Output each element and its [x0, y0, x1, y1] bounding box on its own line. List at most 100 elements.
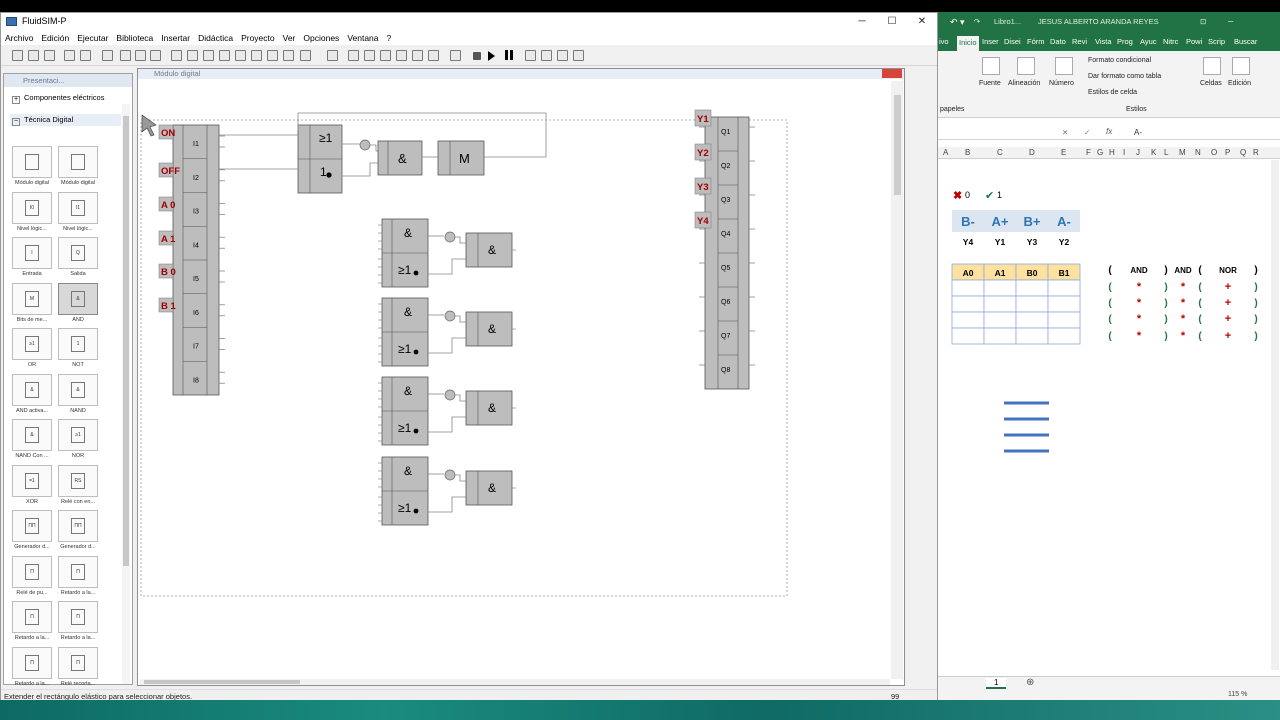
and-or-gate-group[interactable]: & ≥1 &: [378, 376, 516, 446]
column-header[interactable]: H: [1109, 148, 1115, 157]
tab-datos[interactable]: Dato: [1050, 36, 1066, 48]
table-cell[interactable]: [1015, 295, 1049, 313]
function-icon[interactable]: fx: [1106, 127, 1112, 136]
menu-ejecutar[interactable]: Ejecutar: [73, 31, 112, 45]
align-right-icon[interactable]: [203, 50, 214, 61]
cancel-icon[interactable]: ✕: [1062, 128, 1068, 137]
and-or-gate-group[interactable]: & ≥1 &: [378, 456, 516, 526]
library-component[interactable]: I Entrada: [10, 236, 54, 279]
table-cell[interactable]: [983, 279, 1017, 297]
stop-icon[interactable]: [473, 52, 481, 60]
align-top-icon[interactable]: [219, 50, 230, 61]
print-preview-icon[interactable]: [64, 50, 75, 61]
vertical-scrollbar[interactable]: [891, 81, 903, 679]
tab-vista[interactable]: Vista: [1095, 36, 1112, 48]
tab-formulas[interactable]: Fórm: [1027, 36, 1045, 48]
ribbon-celdas[interactable]: Celdas: [1200, 80, 1222, 87]
table-cell[interactable]: [1047, 327, 1081, 345]
column-header[interactable]: E: [1061, 148, 1066, 157]
or-not-block[interactable]: ≥1 1: [297, 124, 343, 194]
ribbon-edicion[interactable]: Edición: [1228, 80, 1251, 87]
library-component[interactable]: Π Retardo a la...: [56, 555, 100, 598]
menu-ver[interactable]: Ver: [279, 31, 300, 45]
font-icon[interactable]: [982, 57, 1000, 75]
table-cell[interactable]: [951, 279, 985, 297]
menu-help[interactable]: ?: [383, 31, 396, 45]
library-component[interactable]: ΠΠ Generador d...: [56, 509, 100, 552]
grid-icon[interactable]: [327, 50, 338, 61]
column-header[interactable]: A: [943, 148, 948, 157]
library-scrollbar[interactable]: [122, 104, 130, 684]
flip-icon[interactable]: [300, 50, 311, 61]
column-header[interactable]: O: [1211, 148, 1217, 157]
library-component[interactable]: Π Retardo a la...: [10, 600, 54, 643]
and-gate-main[interactable]: &: [377, 140, 423, 176]
tab-inicio[interactable]: Inicio: [957, 36, 979, 51]
library-component[interactable]: ΠΠ Generador d...: [10, 509, 54, 552]
tab-nitro[interactable]: Nitrc: [1163, 36, 1178, 48]
tab-script[interactable]: Scrip: [1208, 36, 1225, 48]
library-component[interactable]: Π Retardo a la...: [10, 646, 54, 689]
equals-lines-shape[interactable]: [1004, 401, 1049, 453]
undo-icon[interactable]: [102, 50, 113, 61]
memory-m[interactable]: M: [437, 140, 485, 176]
library-component[interactable]: ≥1 OR: [10, 327, 54, 370]
library-component[interactable]: Π Retardo a la...: [56, 600, 100, 643]
column-header[interactable]: I: [1123, 148, 1125, 157]
library-component[interactable]: I0 Nivel lógic...: [10, 191, 54, 234]
minimize-button[interactable]: ─: [1228, 17, 1233, 26]
ribbon-numero[interactable]: Número: [1049, 80, 1074, 87]
menu-proyecto[interactable]: Proyecto: [237, 31, 279, 45]
rotate-icon[interactable]: [267, 50, 278, 61]
collapse-icon[interactable]: −: [12, 118, 20, 126]
ribbon-fuente[interactable]: Fuente: [979, 80, 1001, 87]
pause-icon[interactable]: [504, 50, 515, 61]
align-left-icon[interactable]: [171, 50, 182, 61]
copy-icon[interactable]: [135, 50, 146, 61]
column-header[interactable]: C: [997, 148, 1003, 157]
zoom-previous-icon[interactable]: [428, 50, 439, 61]
table-cell[interactable]: [1015, 311, 1049, 329]
library-component[interactable]: Π Relé recorta...: [56, 646, 100, 689]
sheet-tab-1[interactable]: 1: [986, 678, 1007, 689]
table-cell[interactable]: [951, 327, 985, 345]
library-component[interactable]: & NAND: [56, 373, 100, 416]
library-component[interactable]: ≥1 NOR: [56, 418, 100, 461]
align-bottom-icon[interactable]: [251, 50, 262, 61]
table-cell[interactable]: [983, 327, 1017, 345]
worksheet[interactable]: ✖ 0 ✔ 1 B- Y4 A+ Y1 B+ Y3 A- Y2 A0 A1 B0 B1 (AND) A…: [938, 160, 1268, 675]
step-forward-icon[interactable]: [557, 50, 568, 61]
check-drawing-icon[interactable]: [450, 50, 461, 61]
table-cell[interactable]: [951, 311, 985, 329]
library-component[interactable]: Π Relé de pu...: [10, 555, 54, 598]
tab-archivo[interactable]: ivo: [939, 36, 949, 48]
library-component[interactable]: M Bits de me...: [10, 282, 54, 325]
table-cell[interactable]: [1015, 327, 1049, 345]
column-header[interactable]: N: [1195, 148, 1201, 157]
library-component[interactable]: I1 Nivel lógic...: [56, 191, 100, 234]
close-button[interactable]: ✕: [909, 14, 935, 30]
and-or-gate-group[interactable]: & ≥1 &: [378, 297, 516, 367]
fast-forward-icon[interactable]: [573, 50, 584, 61]
column-header[interactable]: R: [1253, 148, 1259, 157]
tab-programador[interactable]: Prog: [1117, 36, 1133, 48]
library-component[interactable]: & AND: [56, 282, 100, 325]
zoom-out-icon[interactable]: [380, 50, 391, 61]
table-cell[interactable]: [983, 295, 1017, 313]
library-component[interactable]: Q Salida: [56, 236, 100, 279]
ribbon-formato-condicional[interactable]: Formato condicional: [1088, 57, 1151, 64]
mirror-icon[interactable]: [283, 50, 294, 61]
tab-revisar[interactable]: Revi: [1072, 36, 1087, 48]
step-icon[interactable]: [541, 50, 552, 61]
cells-icon[interactable]: [1203, 57, 1221, 75]
table-cell[interactable]: [1047, 295, 1081, 313]
table-cell[interactable]: [983, 311, 1017, 329]
table-cell[interactable]: [1047, 311, 1081, 329]
play-icon[interactable]: [488, 51, 495, 61]
column-header[interactable]: J: [1136, 148, 1140, 157]
tab-buscar[interactable]: Buscar: [1234, 36, 1257, 48]
open-icon[interactable]: [28, 50, 39, 61]
library-component[interactable]: & NAND Con ...: [10, 418, 54, 461]
table-cell[interactable]: [1047, 279, 1081, 297]
align-center-icon[interactable]: [187, 50, 198, 61]
